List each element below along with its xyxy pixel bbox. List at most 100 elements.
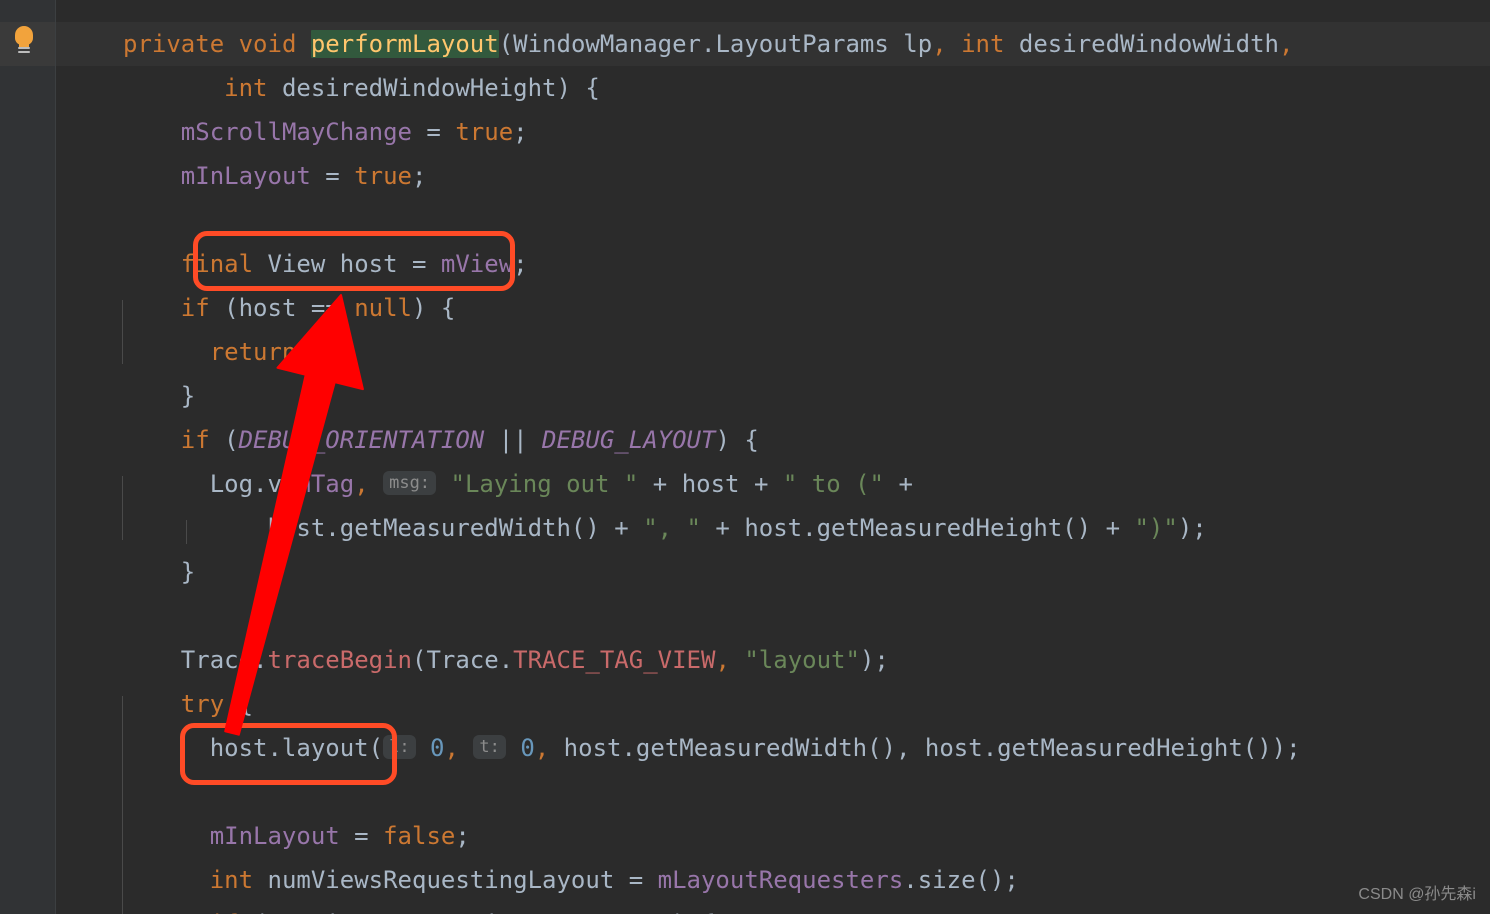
code-token: numViewsRequestingLayout =: [253, 866, 658, 894]
code-token: =: [411, 118, 456, 146]
code-token: +: [884, 470, 913, 498]
code-token: desiredWindowWidth: [1004, 30, 1279, 58]
code-token: true: [455, 118, 514, 146]
code-token: if: [180, 426, 210, 454]
code-line: final View host = mView;: [181, 242, 528, 286]
code-token: traceBegin: [267, 646, 413, 674]
code-token: mInLayout: [209, 822, 340, 850]
indent-guide: [122, 476, 123, 540]
code-token: mTag: [296, 470, 355, 498]
code-token: desiredWindowHeight) {: [267, 74, 600, 102]
code-token: ) {: [672, 910, 715, 914]
code-token: " to (": [782, 470, 884, 498]
code-token: true: [354, 162, 412, 190]
code-text-area[interactable]: private void performLayout(WindowManager…: [56, 0, 1490, 914]
code-token: }: [180, 558, 196, 586]
lightbulb-intention-icon[interactable]: [13, 26, 35, 58]
code-token: final: [180, 250, 254, 278]
code-token: private: [123, 30, 225, 58]
code-token: Trace.: [180, 646, 268, 674]
code-token: ,: [534, 734, 550, 762]
code-line: if (numViewsRequestingLayout > 0) {: [210, 902, 716, 914]
code-token: "Laying out ": [450, 470, 639, 498]
code-token: View host =: [253, 250, 441, 278]
code-line: int numViewsRequestingLayout = mLayoutRe…: [210, 858, 1019, 902]
code-token: ", ": [643, 514, 701, 542]
code-editor-screenshot: private void performLayout(WindowManager…: [0, 0, 1490, 914]
code-token: return: [209, 338, 297, 366]
code-token: }: [180, 382, 196, 410]
code-line: private void performLayout(WindowManager…: [123, 22, 1293, 66]
code-token: =: [339, 822, 384, 850]
highlighted-identifier: performLayout: [310, 30, 499, 58]
code-token: DEBUG_LAYOUT: [542, 426, 716, 454]
code-token: ,: [1279, 30, 1294, 58]
code-token: null: [354, 294, 412, 322]
code-token: "layout": [744, 646, 860, 674]
code-line: if (host == null) {: [181, 286, 456, 330]
code-token: int: [224, 74, 268, 102]
code-token: ;: [296, 338, 311, 366]
code-token: ;: [513, 250, 528, 278]
code-line: return;: [210, 330, 311, 374]
code-line: try {: [181, 682, 253, 726]
code-token: ;: [513, 118, 528, 146]
code-token: mLayoutRequesters: [657, 866, 904, 894]
code-token: {: [224, 690, 254, 718]
code-token: 0: [658, 910, 672, 914]
code-token: DEBUG_ORIENTATION: [238, 426, 485, 454]
code-token: 0: [520, 734, 535, 762]
code-line: int desiredWindowHeight) {: [224, 66, 600, 110]
code-token: ) {: [412, 294, 456, 322]
code-token: int: [961, 30, 1005, 58]
code-token: ||: [484, 426, 543, 454]
code-token: int: [209, 866, 254, 894]
indent-guide: [122, 300, 123, 364]
code-line: host.getMeasuredWidth() + ", " + host.ge…: [268, 506, 1207, 550]
code-token: ,: [932, 30, 947, 58]
indent-guide: [122, 696, 123, 914]
code-token: ")": [1134, 514, 1178, 542]
code-token: if: [210, 910, 239, 914]
code-line: mScrollMayChange = true;: [181, 110, 528, 154]
code-token: ,: [715, 646, 730, 674]
code-line: Log.v(mTag, msg: "Laying out " + host + …: [210, 462, 913, 506]
code-line: Trace.traceBegin(Trace.TRACE_TAG_VIEW, "…: [181, 638, 889, 682]
parameter-hint-badge: msg:: [383, 471, 437, 495]
parameter-hint-badge: l:: [383, 735, 416, 759]
parameter-hint-badge: t:: [473, 735, 506, 759]
code-token: + host.getMeasuredHeight() +: [700, 514, 1135, 542]
code-line: host.layout(l: 0, t: 0, host.getMeasured…: [210, 726, 1301, 770]
code-token: Log.v(: [209, 470, 297, 498]
code-token: if: [180, 294, 210, 322]
code-token: + host +: [638, 470, 783, 498]
code-token: ) {: [715, 426, 759, 454]
watermark: CSDN @孙先森i: [1358, 886, 1476, 903]
code-line: if (DEBUG_ORIENTATION || DEBUG_LAYOUT) {: [181, 418, 759, 462]
code-token: mInLayout: [180, 162, 311, 190]
indent-guide: [186, 520, 187, 544]
code-token: (WindowManager.LayoutParams lp: [498, 30, 933, 58]
code-token: host.getMeasuredWidth() +: [267, 514, 644, 542]
code-line: mInLayout = false;: [210, 814, 470, 858]
code-token: mScrollMayChange: [180, 118, 412, 146]
code-token: (host ==: [209, 294, 355, 322]
code-line: mInLayout = true;: [181, 154, 427, 198]
code-token: =: [310, 162, 355, 190]
code-line: }: [181, 374, 195, 418]
code-token: 0: [430, 734, 445, 762]
editor-gutter[interactable]: [0, 0, 56, 914]
code-token: ;: [412, 162, 427, 190]
code-token: mView: [440, 250, 514, 278]
code-token: try: [180, 690, 225, 718]
code-token: (Trace.: [412, 646, 514, 674]
